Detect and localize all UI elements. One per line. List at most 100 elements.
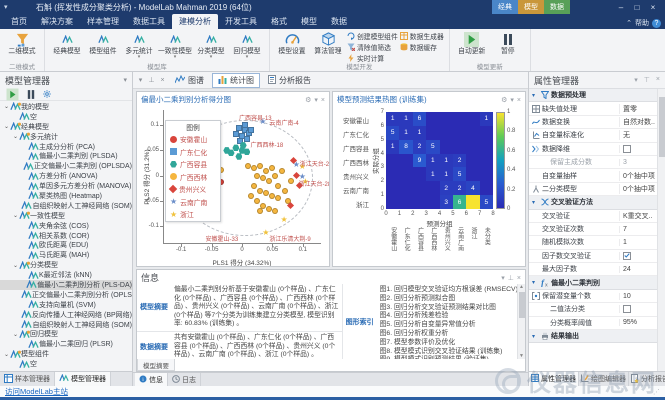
figure-list-item[interactable]: 图4. 回归分析残差检验 xyxy=(380,312,514,321)
expand-arrow-icon[interactable]: ⌄ xyxy=(3,123,10,130)
ribbon-button-暂停[interactable]: 暂停 xyxy=(491,30,525,55)
view-button-分析报告[interactable]: 分析报告 xyxy=(262,73,317,88)
dropdown-icon[interactable]: ▾ xyxy=(510,97,514,104)
property-row-最大因子数[interactable]: 最大因子数 24 xyxy=(529,263,665,277)
tree-item[interactable]: 相关系数 (COR) xyxy=(0,231,132,241)
ribbon-button-自动更新[interactable]: 自动更新 xyxy=(455,30,489,55)
context-group-1[interactable]: 经典 xyxy=(492,0,518,14)
ribbon-tab-数据工具[interactable]: 数据工具 xyxy=(126,14,172,29)
tab-信息[interactable]: i 信息 xyxy=(135,373,168,386)
scrollbar-thumb[interactable] xyxy=(658,97,665,157)
tree-item[interactable]: 偏最小二乘判别分析 (PLS-DA) xyxy=(0,280,132,290)
ribbon-tab-数据[interactable]: 数据 xyxy=(324,14,354,29)
expand-arrow-icon[interactable]: ⌄ xyxy=(12,212,19,219)
figure-list-item[interactable]: 图2. 回归分析预测拟合图 xyxy=(380,295,514,304)
modellab-site-link[interactable]: 访问ModelLab主站 xyxy=(5,386,68,397)
ribbon-tab-样本管理[interactable]: 样本管理 xyxy=(80,14,126,29)
figure-list-item[interactable]: 图1. 回归模型交叉验证均方根误差 (RMSECV) xyxy=(380,286,517,295)
dropdown-icon[interactable]: ▾ xyxy=(314,97,318,104)
tree-item[interactable]: K最近邻法 (kNN) xyxy=(0,270,132,280)
tree-item[interactable]: ⌄ 回归模型 xyxy=(0,329,132,339)
settings-icon[interactable]: ⚙ xyxy=(305,97,311,104)
tree-item[interactable]: 聚类热图 (Heatmap) xyxy=(0,191,132,201)
property-row-分类概率阈值[interactable]: 分类概率阈值 95% xyxy=(529,317,665,331)
ribbon-tab-首页[interactable]: 首页 xyxy=(4,14,34,29)
settings-icon[interactable]: ▾ xyxy=(634,76,638,84)
tab-model-summary[interactable]: 模型摘要 xyxy=(137,359,175,371)
property-section-偏最小二乘判别[interactable]: ▾ f x 偏最小二乘判别 xyxy=(529,276,665,290)
property-row-随机模拟次数[interactable]: 随机模拟次数 1 xyxy=(529,236,665,250)
property-row-保留潜变量个数[interactable]: 保留潜变量个数 10 xyxy=(529,290,665,304)
expand-arrow-icon[interactable]: ⌄ xyxy=(3,103,10,110)
ribbon-button-多元统计[interactable]: 多元统计 ▾ xyxy=(122,30,156,60)
expand-arrow-icon[interactable]: ⌄ xyxy=(12,133,19,140)
property-row-缺失值处理[interactable]: 缺失值处理 置零 xyxy=(529,102,665,116)
tree-item[interactable]: 欧氏距离 (EDU) xyxy=(0,240,132,250)
figure-list-item[interactable]: 图5. 回归分析自变量异常值分析 xyxy=(380,321,514,330)
tree-item[interactable]: 夹角余弦 (COS) xyxy=(0,221,132,231)
figure-list-item[interactable]: 图9. 模型模式识别预测结果 (验证集) xyxy=(380,356,514,359)
settings-button[interactable] xyxy=(43,90,51,98)
minimize-button[interactable]: – xyxy=(613,0,629,14)
tab-样本管理器[interactable]: 样本管理器 xyxy=(0,372,55,386)
property-row-因子数交叉验证[interactable]: 因子数交叉验证 xyxy=(529,250,665,264)
property-row-保留主成分数[interactable]: 保留主成分数 3 xyxy=(529,156,665,170)
tab-日志[interactable]: 日志 xyxy=(168,373,201,386)
tree-item[interactable]: 单因多元方差分析 (MANOVA) xyxy=(0,181,132,191)
tree-item[interactable]: 主成分分析 (PCA) xyxy=(0,142,132,152)
tree-item[interactable]: 自组织映射人工神经网络 (SOM) xyxy=(0,320,132,330)
dropdown-icon[interactable]: ▾ xyxy=(136,76,145,84)
tree-item[interactable]: 正交偏最小二乘判别 (OPLSDA) xyxy=(0,161,132,171)
tree-item[interactable]: ⌄ 经典模型 xyxy=(0,122,132,132)
info-scrollbar[interactable]: ▲ ▼ xyxy=(517,284,525,359)
ribbon-tab-解决方案[interactable]: 解决方案 xyxy=(34,14,80,29)
close-icon[interactable]: × xyxy=(517,275,521,282)
run-button[interactable] xyxy=(6,88,19,100)
view-button-图谱[interactable]: 图谱 xyxy=(169,73,210,88)
checkbox[interactable] xyxy=(623,305,631,314)
ribbon-tab-模型[interactable]: 模型 xyxy=(294,14,324,29)
tree-item[interactable]: 马氏距离 (MAH) xyxy=(0,250,132,260)
ribbon-button-算法管理[interactable]: 算法管理 xyxy=(311,30,345,55)
ribbon-tab-格式[interactable]: 格式 xyxy=(264,14,294,29)
tree-item[interactable]: 偏最小二乘回归 (PLSR) xyxy=(0,339,132,349)
ribbon-button-经典模型[interactable]: 经典模型 xyxy=(50,30,84,55)
property-row-二分类模型[interactable]: 二分类模型 0个抽中项 xyxy=(529,183,665,197)
property-row-自变量标准化[interactable]: 自变量标准化无 xyxy=(529,129,665,143)
dropdown-icon[interactable]: ⊤ xyxy=(644,76,650,84)
resize-grip[interactable]: ⋰ xyxy=(653,388,660,396)
ribbon-tab-开发工具[interactable]: 开发工具 xyxy=(218,14,264,29)
settings-icon[interactable]: ⚙ xyxy=(501,97,507,104)
pause-button[interactable] xyxy=(26,89,36,99)
ribbon-button-模型设置[interactable]: 模型设置 xyxy=(275,30,309,55)
ribbon-button-清除值筛选[interactable]: 清除值筛选 xyxy=(347,41,398,52)
property-row-数据降维[interactable]: 数据降维 xyxy=(529,143,665,156)
tree-item[interactable]: ⌄ 一致性模型 xyxy=(0,211,132,221)
tree-item[interactable]: 正交偏最小二乘判别分析 (OPLS-DA) xyxy=(0,290,132,300)
context-group-2[interactable]: 模型 xyxy=(518,0,544,14)
tab-模型管理器[interactable]: 模型管理器 xyxy=(55,372,111,386)
panel-caret-icon[interactable]: ▾ xyxy=(123,76,127,84)
close-button[interactable]: × xyxy=(645,0,661,14)
property-grid-scrollbar[interactable] xyxy=(657,89,665,371)
tree-item[interactable]: 反向传播人工神经网络 (BP网络) xyxy=(0,310,132,320)
tree-item[interactable]: ⌄ 分类模型 xyxy=(0,260,132,270)
property-row-二值法分类[interactable]: 二值法分类 xyxy=(529,303,665,317)
checkbox[interactable] xyxy=(623,144,631,153)
figure-list-item[interactable]: 图7. 模型参数评价及优化 xyxy=(380,339,514,348)
ribbon-button-数据生成器[interactable]: 数据生成器 xyxy=(399,30,444,41)
expand-arrow-icon[interactable]: ⌄ xyxy=(3,351,10,358)
ribbon-collapse-icon[interactable]: ⌃ xyxy=(626,19,632,27)
tree-item[interactable]: 空 xyxy=(0,112,132,122)
tree-item[interactable]: ⌄ 模型组件 xyxy=(0,349,132,359)
pin-icon[interactable]: ⊥ xyxy=(147,76,156,84)
expand-arrow-icon[interactable]: ⌄ xyxy=(12,331,19,338)
close-icon[interactable]: × xyxy=(656,76,660,84)
help-label[interactable]: 帮助 xyxy=(635,18,649,28)
property-row-数据变换[interactable]: 数据变换 自然对数.. xyxy=(529,116,665,130)
ribbon-button-模型组件[interactable]: 模型组件 xyxy=(86,30,120,55)
tree-item[interactable]: 空 xyxy=(0,359,132,369)
property-row-自变量抽样[interactable]: 自变量抽样 0个抽中项 xyxy=(529,169,665,183)
expand-arrow-icon[interactable]: ⌄ xyxy=(12,262,19,269)
ribbon-button-分类模型[interactable]: 分类模型 ▾ xyxy=(194,30,228,60)
